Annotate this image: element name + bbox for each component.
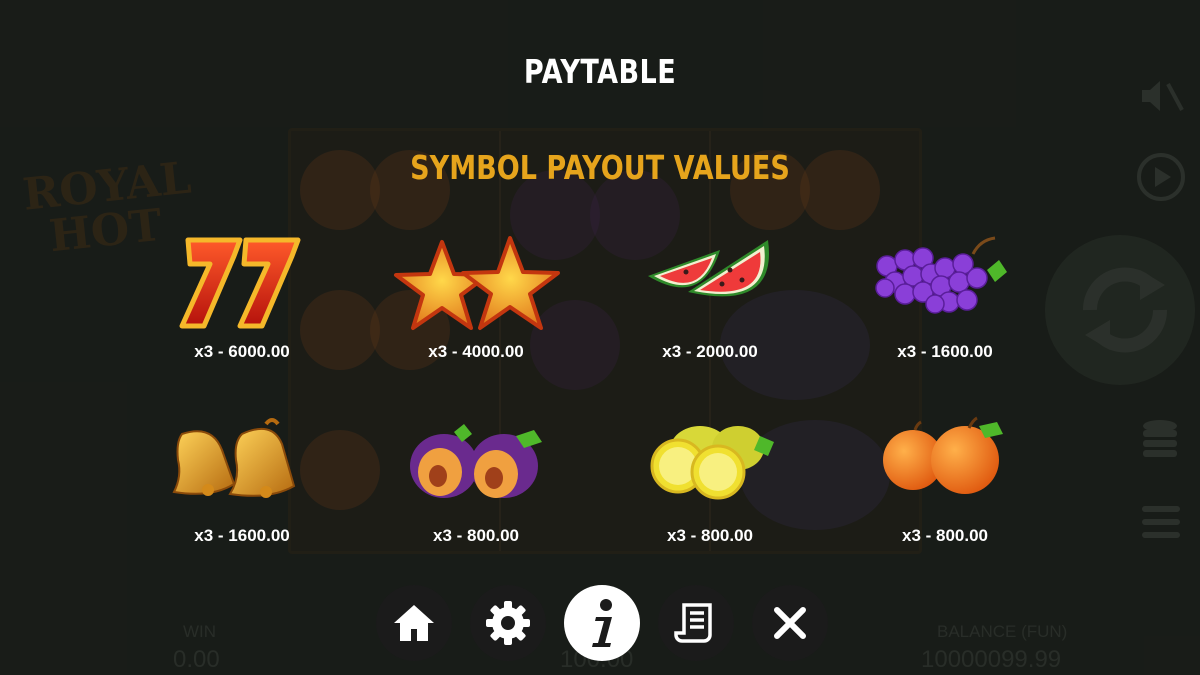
gear-icon: [486, 601, 530, 645]
symbol-bells: x3 - 1600.00: [142, 414, 342, 574]
section-title: SYMBOL PAYOUT VALUES: [410, 148, 790, 187]
symbol-stars: x3 - 4000.00: [376, 230, 576, 390]
bells-icon: [172, 418, 296, 498]
symbol-lemons: x3 - 800.00: [610, 414, 810, 574]
settings-button[interactable]: [470, 585, 546, 661]
bottom-button-bar: [0, 585, 1200, 663]
rules-button[interactable]: [658, 585, 734, 661]
payout-value: x3 - 800.00: [901, 526, 988, 545]
grapes-icon: [875, 236, 1007, 314]
home-icon: [394, 605, 434, 641]
symbol-seven: x3 - 6000.00: [142, 230, 342, 390]
lemons-icon: [650, 426, 774, 500]
home-button[interactable]: [376, 585, 452, 661]
close-icon: [774, 607, 806, 639]
payout-value: x3 - 800.00: [432, 526, 519, 545]
scroll-icon: [674, 603, 712, 643]
oranges-icon: [883, 416, 1003, 494]
symbol-watermelon: x3 - 2000.00: [610, 230, 810, 390]
payout-value: x3 - 2000.00: [662, 342, 758, 361]
info-button[interactable]: [564, 585, 640, 661]
payout-value: x3 - 1600.00: [194, 526, 290, 545]
symbol-plums: x3 - 800.00: [376, 414, 576, 574]
payout-value: x3 - 800.00: [666, 526, 753, 545]
payout-value: x3 - 6000.00: [194, 342, 290, 361]
close-button[interactable]: [752, 585, 828, 661]
payout-value: x3 - 1600.00: [897, 342, 993, 361]
symbol-oranges: x3 - 800.00: [845, 414, 1045, 574]
two-stars-icon: [394, 236, 560, 330]
info-icon: [592, 599, 612, 647]
symbol-grapes: x3 - 1600.00: [845, 230, 1045, 390]
watermelon-icon: [648, 240, 769, 297]
plums-icon: [410, 424, 542, 498]
seven-seven-icon: [179, 237, 301, 329]
page-title: PAYTABLE: [523, 52, 677, 91]
payout-value: x3 - 4000.00: [428, 342, 524, 361]
